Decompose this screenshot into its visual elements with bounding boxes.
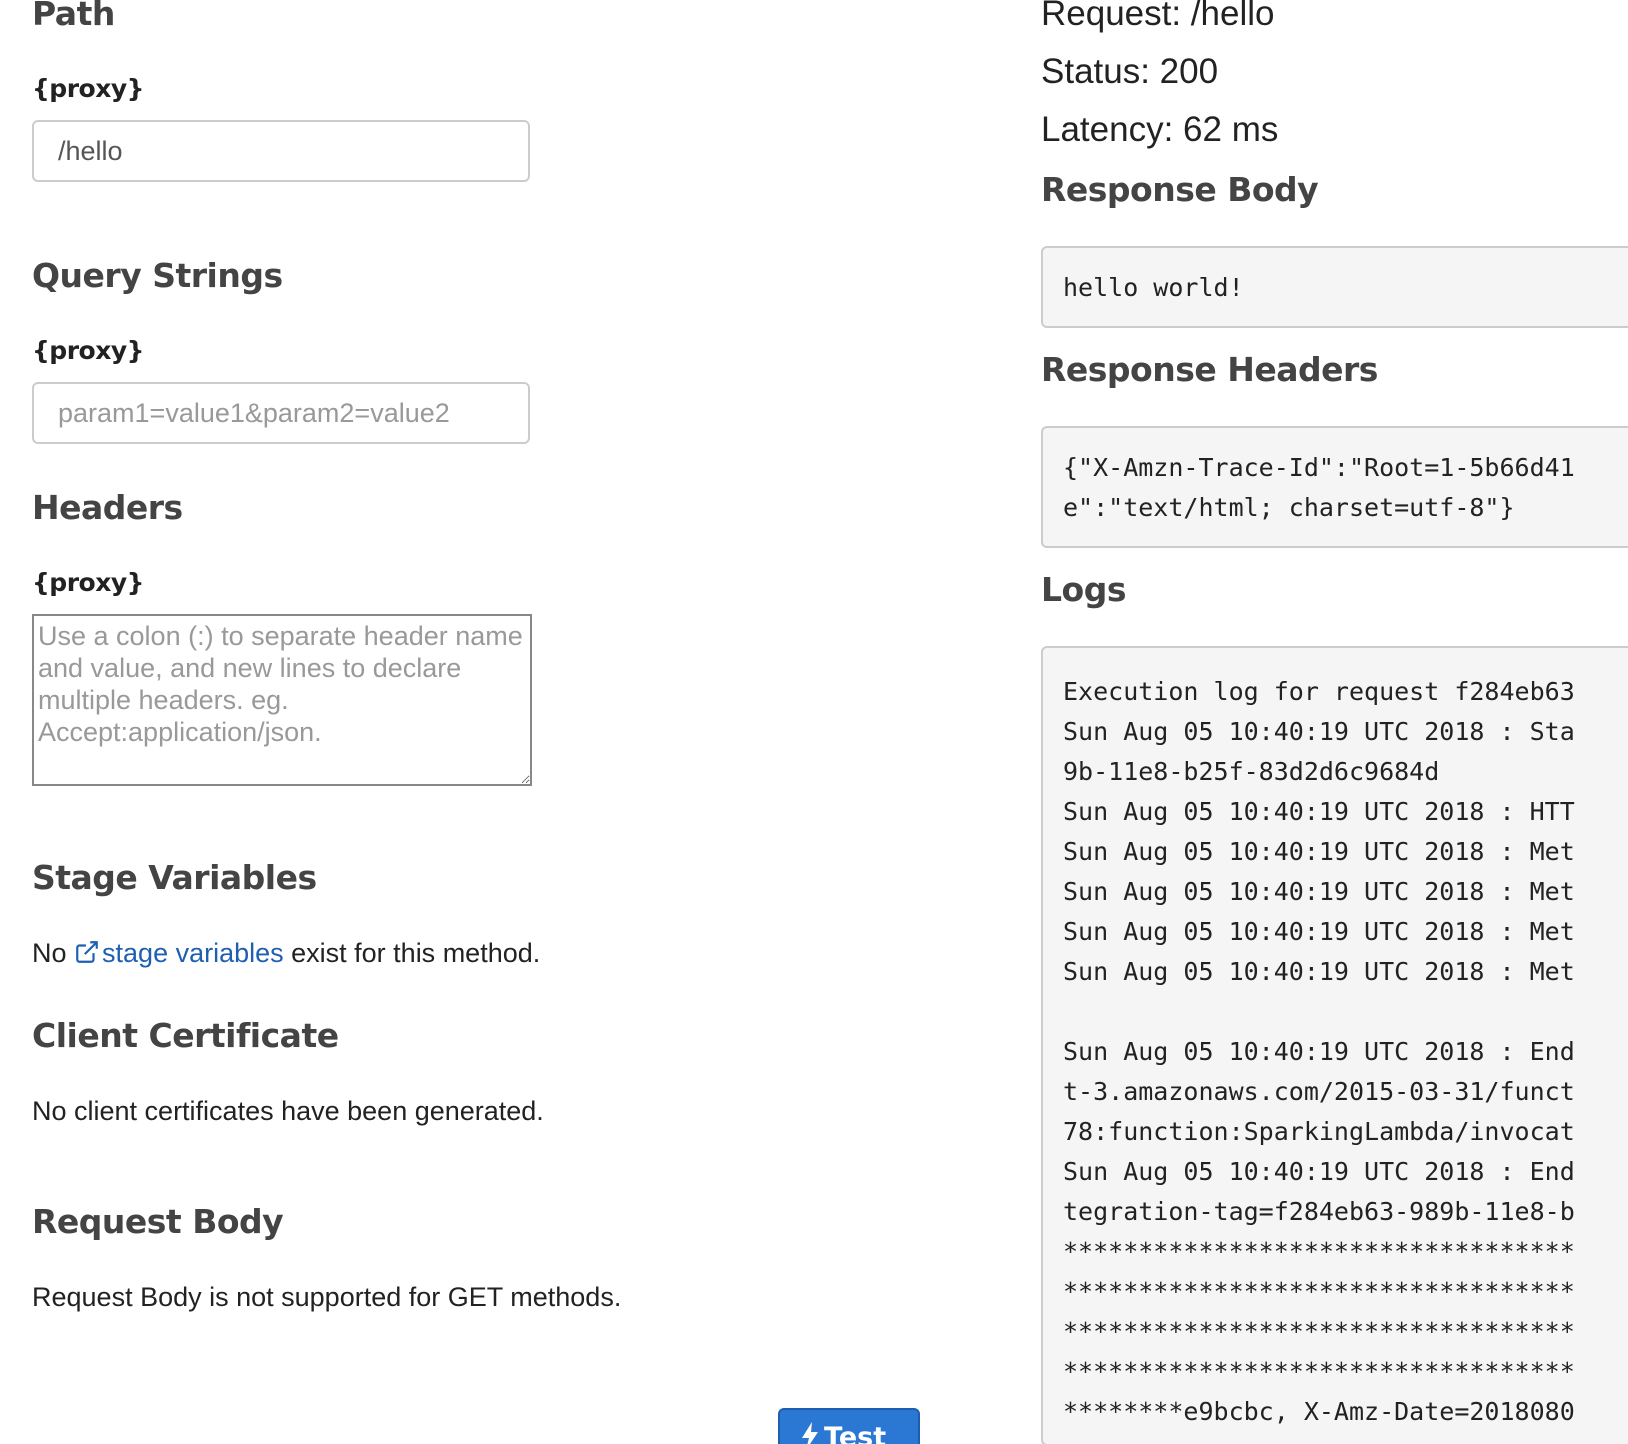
query-strings-param-label: {proxy} — [32, 336, 144, 365]
response-body-box: hello world! — [1041, 246, 1628, 328]
response-headers-box: {"X-Amzn-Trace-Id":"Root=1-5b66d41 e":"t… — [1041, 426, 1628, 548]
response-headers-title: Response Headers — [1041, 350, 1378, 389]
path-param-label: {proxy} — [32, 74, 144, 103]
bolt-icon — [800, 1422, 820, 1444]
test-button-label: Test — [824, 1422, 887, 1444]
response-body-title: Response Body — [1041, 170, 1319, 209]
stage-variables-title: Stage Variables — [32, 858, 317, 897]
path-proxy-input[interactable] — [32, 120, 530, 182]
test-button[interactable]: Test — [778, 1408, 920, 1444]
request-body-text: Request Body is not supported for GET me… — [32, 1282, 622, 1312]
request-body-title: Request Body — [32, 1202, 284, 1241]
client-certificate-title: Client Certificate — [32, 1016, 339, 1055]
latency-line: Latency: 62 ms — [1041, 110, 1279, 149]
query-strings-title: Query Strings — [32, 256, 283, 295]
stage-variables-link[interactable]: stage variables — [74, 938, 284, 968]
api-test-page: Path {proxy} Query Strings {proxy} Heade… — [0, 0, 1628, 1444]
client-certificate-text: No client certificates have been generat… — [32, 1096, 544, 1126]
status-line: Status: 200 — [1041, 52, 1219, 91]
query-strings-input[interactable] — [32, 382, 530, 444]
stage-variables-prefix: No — [32, 938, 75, 968]
headers-title: Headers — [32, 488, 183, 527]
stage-variables-text: No stage variables exist for this method… — [32, 938, 540, 972]
logs-title: Logs — [1041, 570, 1126, 609]
stage-variables-link-label: stage variables — [102, 938, 284, 968]
request-path-line: Request: /hello — [1041, 0, 1275, 33]
external-link-icon — [74, 939, 100, 972]
headers-param-label: {proxy} — [32, 568, 144, 597]
headers-textarea[interactable] — [32, 614, 532, 786]
stage-variables-suffix: exist for this method. — [283, 938, 541, 968]
path-title: Path — [32, 0, 115, 33]
logs-box[interactable]: Execution log for request f284eb63 Sun A… — [1041, 646, 1628, 1444]
